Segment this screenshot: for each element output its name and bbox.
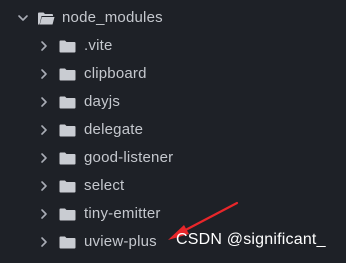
tree-item-delegate[interactable]: delegate	[0, 117, 346, 143]
tree-item-node-modules[interactable]: node_modules	[0, 5, 346, 31]
folder-icon	[59, 152, 76, 165]
folder-open-icon	[37, 12, 55, 25]
chevron-right-icon[interactable]	[37, 123, 51, 137]
folder-icon	[59, 236, 76, 249]
chevron-right-icon[interactable]	[37, 179, 51, 193]
folder-icon	[59, 40, 76, 53]
file-explorer-tree: node_modules .vite clipboard dayjs deleg…	[0, 0, 346, 263]
chevron-down-icon[interactable]	[16, 11, 30, 25]
chevron-right-icon[interactable]	[37, 95, 51, 109]
tree-item-label: delegate	[84, 121, 144, 138]
chevron-down-icon	[62, 257, 72, 263]
tree-item-tiny-emitter[interactable]: tiny-emitter	[0, 201, 346, 227]
tree-item-label: tiny-emitter	[84, 205, 161, 222]
folder-icon	[59, 96, 76, 109]
watermark: CSDN @significant_	[176, 231, 326, 248]
tree-item-label: clipboard	[84, 65, 147, 82]
tree-item-vite[interactable]: .vite	[0, 33, 346, 59]
tree-item-label: dayjs	[84, 93, 121, 110]
tree-item-dayjs[interactable]: dayjs	[0, 89, 346, 115]
tree-item-label: good-listener	[84, 149, 174, 166]
tree-item-good-listener[interactable]: good-listener	[0, 145, 346, 171]
chevron-right-icon[interactable]	[37, 151, 51, 165]
tree-item-select[interactable]: select	[0, 173, 346, 199]
tree-item-label: uview-plus	[84, 233, 157, 250]
chevron-right-icon[interactable]	[37, 67, 51, 81]
folder-icon	[59, 124, 76, 137]
tree-item-label: .vite	[84, 37, 113, 54]
folder-icon	[59, 180, 76, 193]
folder-icon	[59, 68, 76, 81]
tree-item-clipboard[interactable]: clipboard	[0, 61, 346, 87]
chevron-right-icon[interactable]	[37, 39, 51, 53]
tree-item-label: select	[84, 177, 125, 194]
chevron-right-icon[interactable]	[37, 207, 51, 221]
tree-item-label: node_modules	[62, 9, 163, 26]
folder-icon	[59, 208, 76, 221]
chevron-right-icon[interactable]	[37, 235, 51, 249]
